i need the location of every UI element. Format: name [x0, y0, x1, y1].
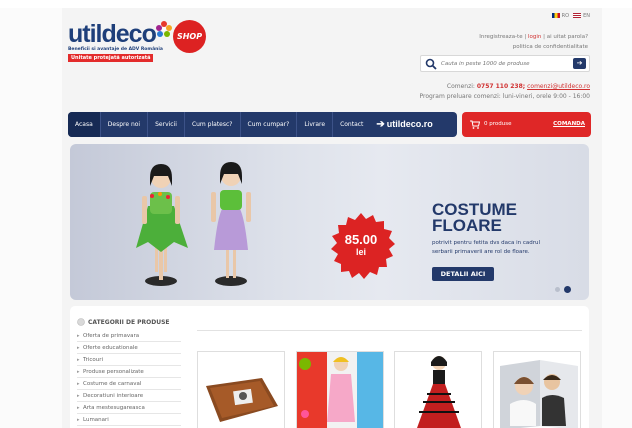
category-list: Oferta de primavara Oferte educationale … [77, 330, 181, 426]
category-bullet-icon [77, 318, 85, 326]
category-item[interactable]: Produse personalizate [77, 366, 181, 378]
cart-count: 0 produse [484, 121, 512, 127]
category-item[interactable]: Oferte educationale [77, 342, 181, 354]
category-item[interactable]: Oferta de primavara [77, 330, 181, 342]
flower-icon [156, 21, 172, 37]
costume-green-image [136, 164, 188, 286]
lang-en[interactable]: EN [573, 13, 590, 19]
price-tag: 85.00 lei [344, 232, 378, 257]
nav-item-acasa[interactable]: Acasa [68, 112, 101, 137]
costume-flamenco-image [395, 352, 481, 428]
slider-dots [555, 286, 571, 293]
section-divider [197, 330, 582, 331]
arrow-right-icon: ➔ [576, 59, 583, 67]
banner-description: potrivit pentru fetita dvs daca in cadru… [432, 240, 541, 255]
slider-dot-2[interactable] [564, 286, 571, 293]
nav-item-cum-platesc[interactable]: Cum platesc? [185, 112, 241, 137]
account-links: Inregistreaza-te | login | ai uitat paro… [479, 34, 588, 52]
register-link[interactable]: Inregistreaza-te [479, 34, 522, 40]
romania-flag-icon [551, 13, 560, 18]
categories-heading: CATEGORII DE PRODUSE [77, 318, 170, 326]
login-link[interactable]: login [528, 34, 541, 40]
product-card-costume-pink[interactable] [296, 351, 384, 428]
costume-pink-image [297, 352, 383, 428]
banner-title: COSTUME FLOARE [432, 200, 517, 235]
language-switcher: RO EN [551, 13, 590, 19]
nav-item-cum-cumpar[interactable]: Cum cumpar? [241, 112, 298, 137]
category-item[interactable]: Tricouri [77, 354, 181, 366]
category-item[interactable]: Decoratiuni interioare [77, 390, 181, 402]
product-card-photo-album[interactable] [197, 351, 285, 428]
category-item[interactable]: Costume de carnaval [77, 378, 181, 390]
category-item[interactable]: Lumanari [77, 414, 181, 426]
logo-tagline: Beneficii si avantaje de ADV România [68, 47, 163, 52]
details-button[interactable]: DETALII AICI [432, 267, 494, 281]
nav-site-logo[interactable]: ➔ utildeco.ro [376, 119, 432, 130]
cart-icon [470, 120, 480, 129]
search-box: ➔ [420, 55, 590, 72]
category-item[interactable]: Arta mestesugareasca [77, 402, 181, 414]
product-card-photobook[interactable] [493, 351, 581, 428]
site-logo[interactable]: utildeco SHOP Beneficii si avantaje de A… [68, 20, 210, 64]
order-phone[interactable]: 0757 110 238; [477, 83, 525, 90]
costume-purple-image [211, 162, 251, 286]
arrow-icon: ➔ [376, 119, 385, 130]
product-card-costume-flamenco[interactable] [394, 351, 482, 428]
lang-ro[interactable]: RO [551, 13, 569, 19]
search-input[interactable] [441, 58, 566, 70]
photo-album-image [198, 352, 284, 428]
nav-item-servicii[interactable]: Servicii [148, 112, 185, 137]
order-button[interactable]: COMANDA [553, 121, 585, 127]
order-email-link[interactable]: comenzi@utildeco.ro [527, 83, 590, 90]
slider-dot-1[interactable] [555, 287, 560, 292]
cart-bar[interactable]: 0 produse COMANDA [462, 112, 591, 137]
order-contact-info: Comenzi: 0757 110 238; comenzi@utildeco.… [419, 83, 590, 100]
privacy-policy-link[interactable]: politica de confidentialitate [479, 42, 588, 52]
uk-flag-icon [573, 13, 582, 18]
nav-item-livrare[interactable]: Livrare [297, 112, 334, 137]
top-strip [0, 0, 632, 8]
forgot-password-link[interactable]: | ai uitat parola? [543, 34, 588, 40]
promo-banner[interactable]: 85.00 lei COSTUME FLOARE potrivit pentru… [70, 144, 589, 300]
search-icon [425, 58, 437, 70]
photobook-image [494, 352, 580, 428]
nav-item-contact[interactable]: Contact [333, 112, 370, 137]
protected-unit-badge: Unitate protejată autorizată [68, 54, 154, 62]
main-nav: Acasa Despre noi Servicii Cum platesc? C… [68, 112, 457, 137]
shop-badge: SHOP [173, 20, 206, 53]
nav-item-despre-noi[interactable]: Despre noi [101, 112, 149, 137]
order-hours: Program preluare comenzi: luni-vineri, o… [419, 93, 590, 100]
logo-wordmark: utildeco [68, 20, 157, 48]
search-submit-button[interactable]: ➔ [573, 58, 586, 69]
